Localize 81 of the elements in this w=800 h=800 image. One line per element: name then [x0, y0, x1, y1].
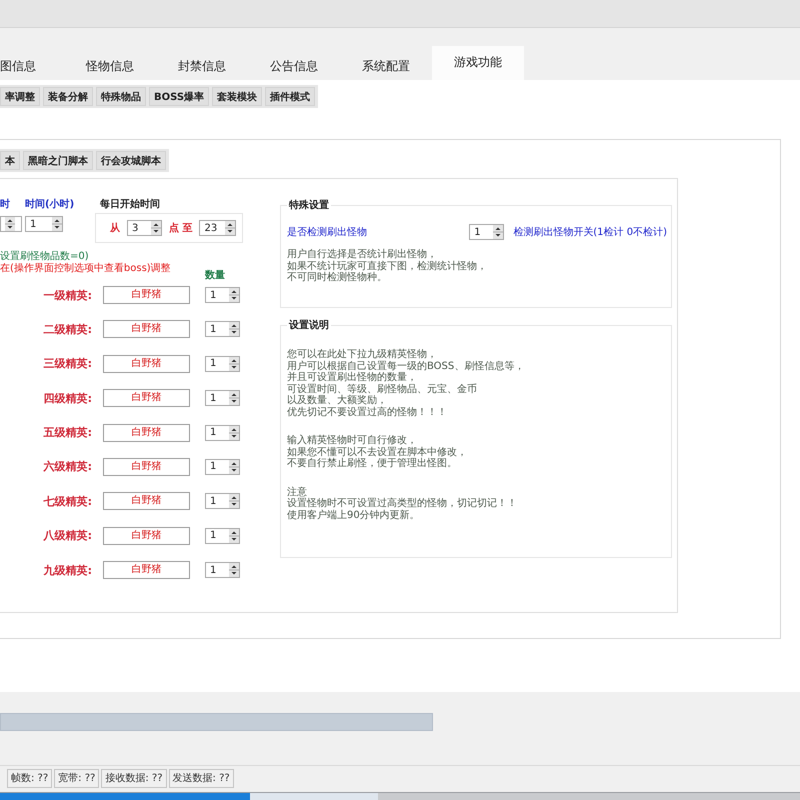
- number-spinner[interactable]: 1: [205, 321, 240, 338]
- special-notes: 用户自行选择是否统计刷出怪物， 如果不统计玩家可直接下图，检测统计怪物， 不可同时检测怪物种。: [287, 249, 487, 284]
- from-label: 从: [110, 222, 120, 235]
- spin-arrows-icon[interactable]: [229, 288, 239, 302]
- number-spinner[interactable]: 1: [469, 224, 504, 240]
- status-bar-item: 宽带: ??: [54, 769, 100, 788]
- spawn-note: 设置刷怪物品数=0): [0, 251, 89, 262]
- spawn-warning: 在(操作界面控制选项中查看boss)调整: [0, 263, 171, 275]
- elite-level-label: 四级精英:: [42, 390, 92, 406]
- spin-arrows-icon[interactable]: [229, 528, 239, 543]
- spin-arrows-icon[interactable]: [5, 217, 15, 231]
- elite-level-label: 八级精英:: [42, 528, 92, 544]
- number-spinner[interactable]: 1: [205, 424, 240, 441]
- sub-tab[interactable]: 套装模块: [212, 87, 262, 106]
- elite-level-label: 七级精英:: [42, 494, 92, 509]
- detect-monster-label: 是否检测刷出怪物: [287, 226, 368, 239]
- spin-arrows-icon[interactable]: [229, 356, 239, 371]
- number-spinner[interactable]: 23: [199, 220, 236, 236]
- sub-tab[interactable]: 插件模式: [265, 87, 316, 106]
- monster-name-field[interactable]: 白野猪: [103, 389, 190, 408]
- main-tab[interactable]: 怪物信息: [64, 50, 156, 80]
- status-bar-item: 帧数: ??: [7, 769, 52, 788]
- elite-level-label: 二级精英:: [42, 322, 92, 337]
- elite-level-label: 九级精英:: [42, 562, 92, 578]
- number-spinner[interactable]: 3: [127, 220, 162, 236]
- monster-name-field[interactable]: 白野猪: [103, 492, 190, 510]
- spin-arrows-icon[interactable]: [52, 217, 62, 231]
- number-spinner[interactable]: 1: [205, 528, 240, 544]
- elite-level-label: 一级精英:: [42, 288, 92, 302]
- number-spinner[interactable]: 1: [205, 390, 240, 406]
- spin-arrows-icon[interactable]: [229, 391, 239, 406]
- script-tab[interactable]: 行会攻城脚本: [96, 151, 166, 170]
- instructions-paragraph: 输入精英怪物时可自行修改， 如果您不懂可以不去设置在脚本中修改， 不要自行禁止刷怪，便于管理出怪图。: [287, 435, 467, 470]
- main-tab[interactable]: 公告信息: [248, 50, 340, 80]
- number-spinner[interactable]: 1: [205, 458, 240, 475]
- spin-arrows-icon[interactable]: [493, 225, 504, 239]
- main-tab[interactable]: 系统配置: [340, 50, 432, 80]
- group-title: 特殊设置: [288, 198, 330, 212]
- count-header: 数量: [205, 270, 225, 282]
- status-bar-item: 接收数据: ??: [101, 769, 167, 788]
- monster-name-field[interactable]: 白野猪: [103, 458, 190, 476]
- monster-name-field[interactable]: 白野猪: [103, 561, 190, 580]
- monster-name-field[interactable]: 白野猪: [103, 424, 190, 442]
- detect-switch-hint: 检测刷出怪物开关(1检计 0不检计): [513, 226, 667, 239]
- elite-level-label: 三级精英:: [42, 356, 92, 372]
- sub-tab[interactable]: 率调整: [0, 87, 40, 106]
- number-spinner[interactable]: 1: [205, 356, 240, 372]
- spin-arrows-icon[interactable]: [229, 494, 239, 508]
- daily-start-title: 每日开始时间: [99, 199, 160, 211]
- spin-arrows-icon[interactable]: [225, 221, 236, 235]
- number-spinner[interactable]: 1: [205, 287, 240, 303]
- group-title: 设置说明: [288, 318, 330, 332]
- number-spinner[interactable]: 1: [205, 562, 240, 578]
- main-tab[interactable]: 封禁信息: [156, 50, 248, 80]
- monster-name-field[interactable]: 白野猪: [103, 320, 190, 338]
- number-spinner[interactable]: [0, 216, 22, 232]
- monster-name-field[interactable]: 白野猪: [103, 286, 190, 304]
- spin-arrows-icon[interactable]: [229, 426, 239, 440]
- sub-tab[interactable]: BOSS爆率: [149, 87, 210, 106]
- elite-level-label: 六级精英:: [42, 459, 92, 474]
- number-spinner[interactable]: 1: [205, 493, 240, 510]
- status-bar-item: 发送数据: ??: [168, 769, 234, 788]
- instructions-paragraph: 注意 设置怪物时不可设置过高类型的怪物，切记切记！！ 使用客户端上90分钟内更新。: [287, 486, 517, 521]
- number-spinner[interactable]: 1: [25, 216, 63, 232]
- interval-label: 时: [0, 199, 10, 211]
- interval-label: 时间(小时): [25, 199, 74, 211]
- sub-tab[interactable]: 装备分解: [43, 87, 93, 106]
- spin-arrows-icon[interactable]: [151, 221, 161, 235]
- spin-arrows-icon[interactable]: [229, 460, 239, 474]
- monster-name-field[interactable]: 白野猪: [103, 354, 190, 373]
- elite-level-label: 五级精英:: [42, 425, 92, 440]
- sub-tab[interactable]: 特殊物品: [96, 87, 146, 106]
- spin-arrows-icon[interactable]: [229, 322, 239, 336]
- main-tab[interactable]: 游戏功能: [432, 46, 524, 80]
- script-tab[interactable]: 本: [0, 151, 20, 170]
- main-tab[interactable]: 图信息: [0, 50, 64, 80]
- monster-name-field[interactable]: 白野猪: [103, 526, 190, 545]
- instructions-paragraph: 您可以在此处下拉九级精英怪物， 用户可以根据自己设置每一级的BOSS、刷怪信息等， 并且可设置刷出怪物的数量， 可设置时间、等级、刷怪物品、元宝、金币 以及数量、大额奖励， 优先切记不要设置过高的怪物！！！: [287, 349, 524, 418]
- script-tab[interactable]: 黑暗之门脚本: [23, 151, 93, 170]
- spin-arrows-icon[interactable]: [229, 563, 239, 578]
- to-label: 点 至: [169, 222, 192, 235]
